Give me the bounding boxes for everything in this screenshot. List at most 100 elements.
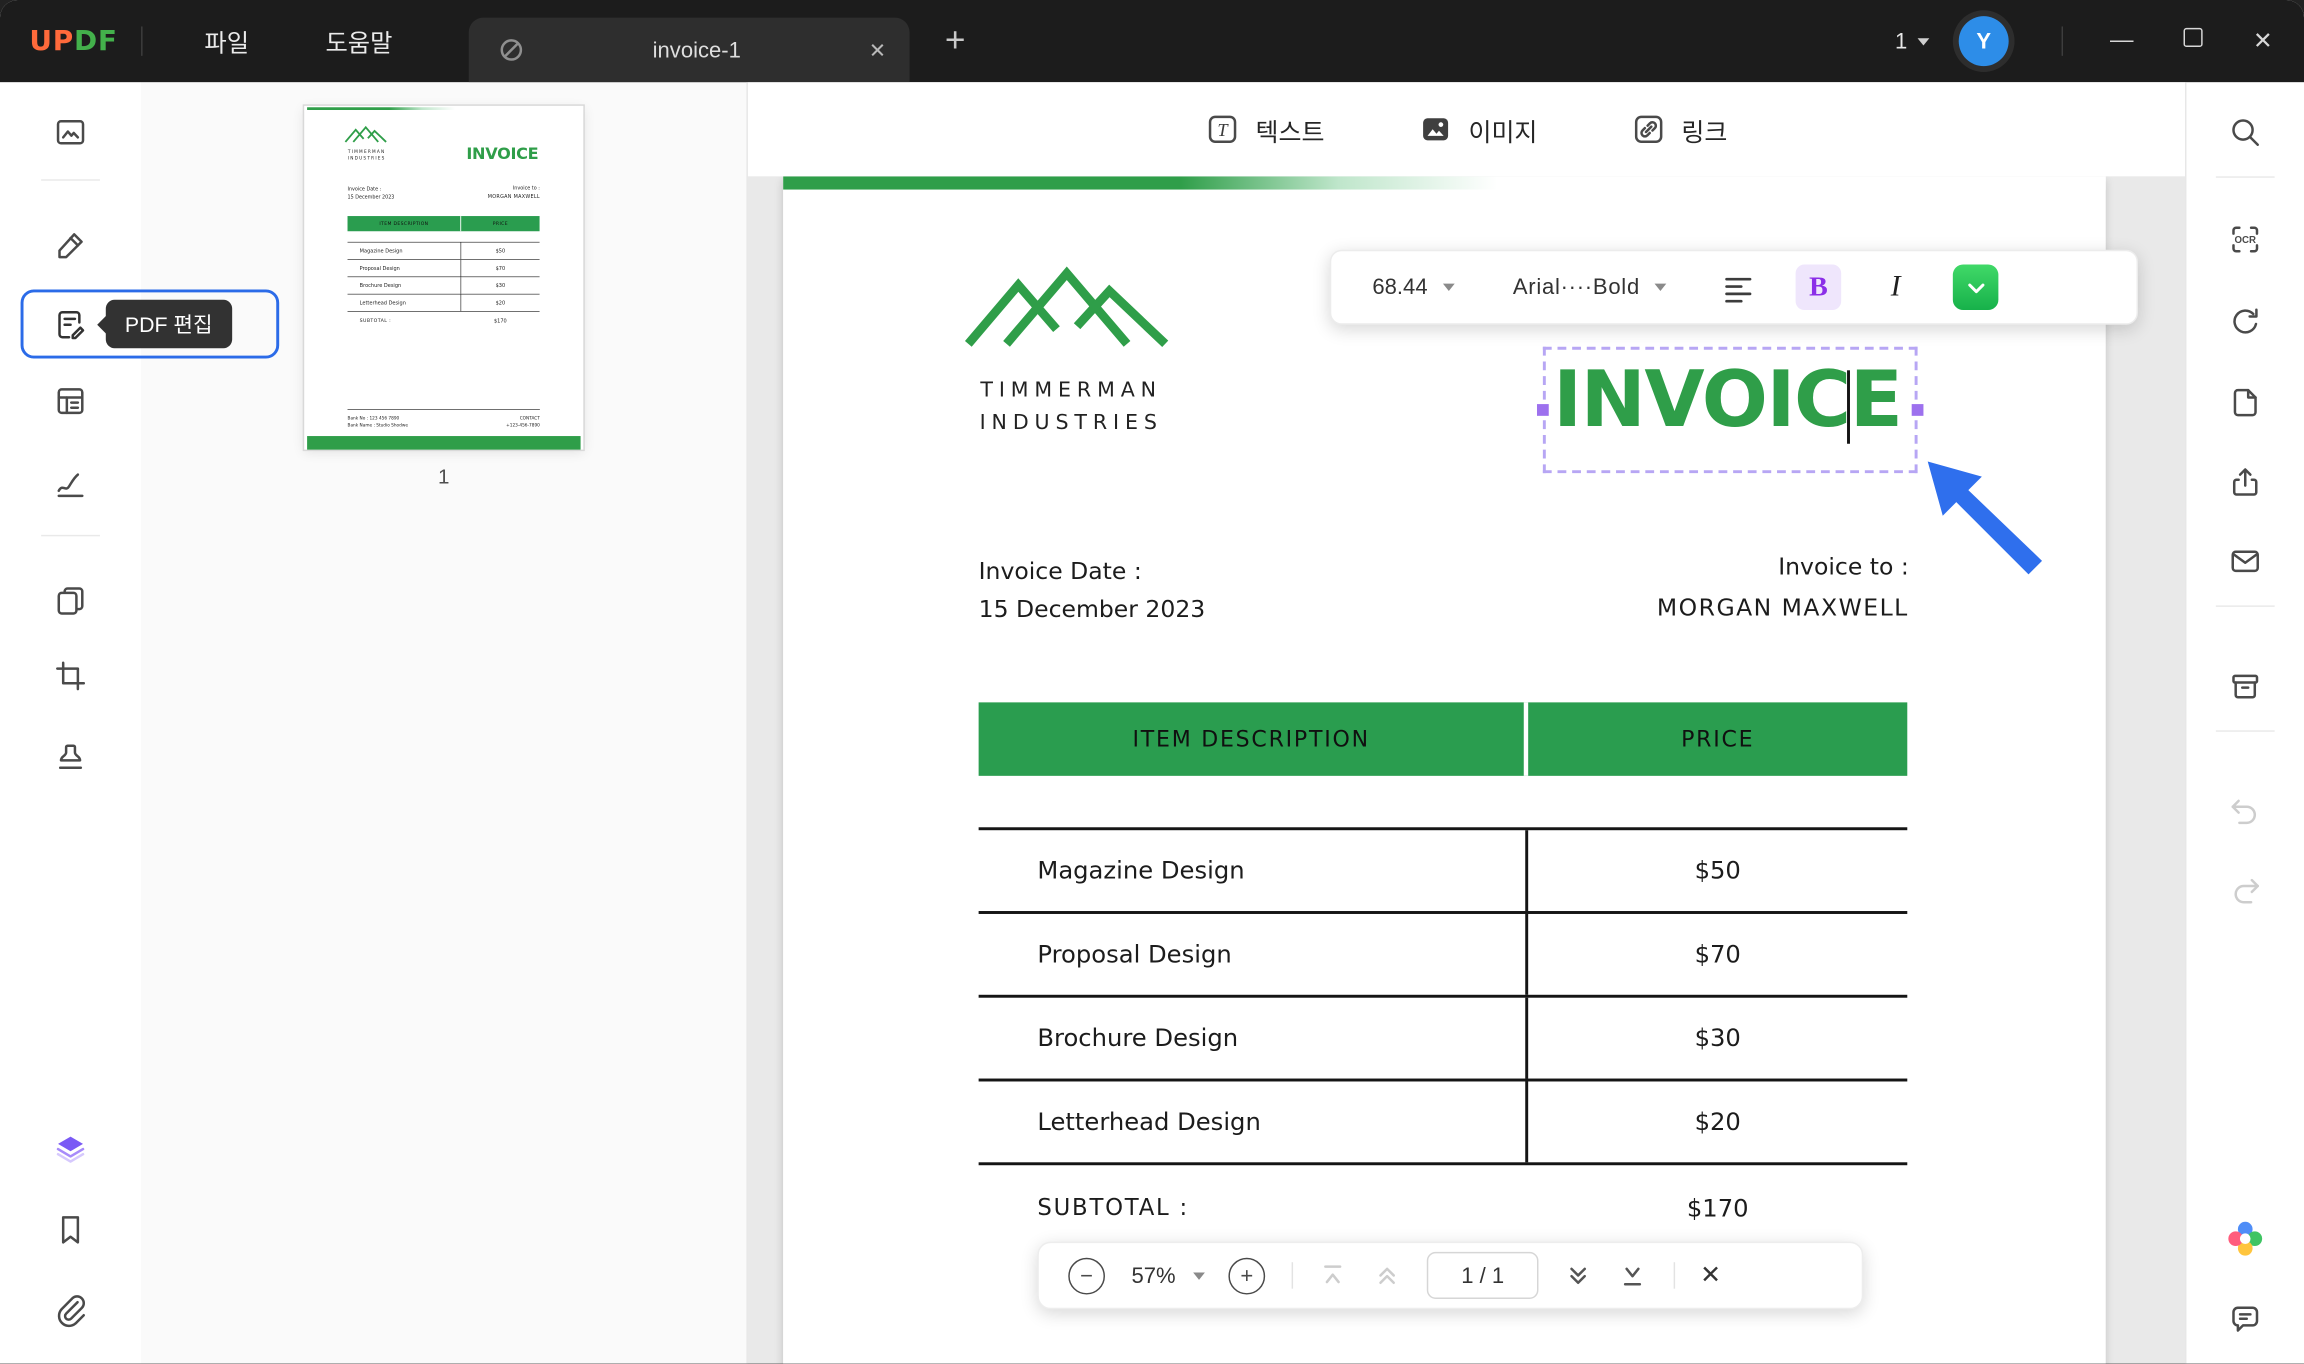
attachment-button[interactable] — [38, 1278, 103, 1343]
invoice-top-band — [783, 176, 2105, 189]
archive-button[interactable] — [2213, 654, 2278, 719]
close-zoom-toolbar-button[interactable]: ✕ — [1700, 1261, 1721, 1290]
invoice-to-label: Invoice to : — [1657, 547, 1909, 588]
last-page-icon — [1618, 1261, 1647, 1290]
redo-icon — [2228, 874, 2263, 909]
selection-handle-left[interactable] — [1537, 404, 1549, 416]
next-page-button[interactable] — [1563, 1261, 1592, 1290]
subtotal-row: SUBTOTAL : $170 — [979, 1165, 1908, 1250]
font-color-button[interactable] — [1953, 264, 1999, 310]
first-page-icon — [1318, 1261, 1347, 1290]
zoom-in-button[interactable]: + — [1228, 1257, 1265, 1294]
organize-pages-button[interactable] — [38, 569, 103, 634]
text-selection-box[interactable] — [1543, 347, 1918, 473]
table-header-row: ITEM DESCRIPTION PRICE — [979, 702, 1908, 775]
italic-button[interactable]: I — [1877, 270, 1915, 304]
menu-help[interactable]: 도움말 — [287, 24, 430, 59]
thumbnail-invoice: TIMMERMAN INDUSTRIES INVOICE Invoice Dat… — [307, 107, 580, 449]
reader-mode-button[interactable] — [38, 100, 103, 165]
zoom-dropdown-icon[interactable] — [1193, 1272, 1205, 1279]
menu-file[interactable]: 파일 — [166, 24, 287, 59]
ocr-button[interactable]: OCR — [2213, 207, 2278, 272]
company-name-line1[interactable]: TIMMERMAN — [783, 379, 1359, 403]
document-tab[interactable]: invoice-1 ✕ — [469, 18, 910, 83]
color-dropdown-icon — [1965, 277, 1986, 298]
selection-handle-right[interactable] — [1912, 404, 1924, 416]
font-size-dropdown-icon[interactable] — [1442, 284, 1454, 291]
invoice-to-block[interactable]: Invoice to : MORGAN MAXWELL — [1657, 547, 1909, 629]
chevron-down-icon — [1918, 37, 1930, 44]
feedback-button[interactable] — [2213, 1287, 2278, 1352]
archive-box-icon — [2228, 669, 2263, 704]
divider — [2216, 176, 2275, 177]
text-cursor — [1847, 370, 1850, 443]
first-page-button[interactable] — [1318, 1261, 1347, 1290]
page-thumbnail[interactable]: TIMMERMAN INDUSTRIES INVOICE Invoice Dat… — [304, 106, 583, 450]
edit-text-button[interactable]: T 텍스트 — [1206, 111, 1325, 148]
app-logo: UPDF — [29, 25, 117, 57]
font-name-dropdown-icon[interactable] — [1655, 284, 1667, 291]
divider — [41, 179, 100, 180]
crop-button[interactable] — [38, 644, 103, 709]
zoom-level[interactable]: 57% — [1131, 1263, 1175, 1288]
ocr-icon: OCR — [2228, 222, 2263, 257]
zoom-out-button[interactable]: − — [1068, 1257, 1105, 1294]
font-size-value[interactable]: 68.44 — [1372, 275, 1427, 300]
left-toolbar — [0, 82, 141, 1363]
search-button[interactable] — [2213, 100, 2278, 165]
align-text-icon[interactable] — [1722, 271, 1754, 303]
company-name-line2[interactable]: INDUSTRIES — [783, 411, 1359, 435]
layers-button[interactable] — [38, 1117, 103, 1182]
new-tab-button[interactable]: + — [945, 21, 966, 62]
edit-link-button[interactable]: 링크 — [1631, 111, 1727, 148]
mail-icon — [2228, 544, 2263, 579]
edit-image-button[interactable]: 이미지 — [1418, 111, 1537, 148]
last-page-button[interactable] — [1618, 1261, 1647, 1290]
double-chevron-down-icon — [1563, 1261, 1592, 1290]
paperclip-icon — [53, 1293, 88, 1328]
form-icon — [53, 384, 88, 419]
redo-button[interactable] — [2213, 860, 2278, 925]
font-name-value[interactable]: Arial····Bold — [1513, 275, 1640, 300]
window-page-dropdown[interactable]: 1 — [1895, 29, 1929, 54]
undo-icon — [2228, 795, 2263, 830]
share-button[interactable] — [2213, 450, 2278, 515]
maximize-button[interactable] — [2157, 28, 2228, 54]
invoice-table[interactable]: ITEM DESCRIPTION PRICE Magazine Design$5… — [979, 702, 1908, 1250]
subtotal-value: $170 — [1528, 1194, 1907, 1222]
invoice-date-label: Invoice Date : — [979, 552, 1206, 590]
window-page-count: 1 — [1895, 29, 1907, 54]
close-window-button[interactable]: ✕ — [2228, 26, 2299, 55]
chat-bubble-icon — [2228, 1302, 2263, 1337]
image-tool-icon — [1418, 112, 1453, 147]
svg-text:OCR: OCR — [2234, 235, 2256, 246]
divider — [2062, 26, 2063, 55]
document-canvas[interactable]: TIMMERMAN INDUSTRIES INVOICE Invoice Dat… — [748, 176, 2185, 1363]
page-indicator-input[interactable]: 1 / 1 — [1427, 1252, 1539, 1299]
bold-button[interactable]: B — [1796, 264, 1842, 310]
export-button[interactable] — [2213, 370, 2278, 435]
signature-icon — [53, 467, 88, 502]
form-button[interactable] — [38, 369, 103, 434]
previous-page-button[interactable] — [1372, 1261, 1401, 1290]
convert-button[interactable] — [2213, 289, 2278, 354]
subtotal-label: SUBTOTAL : — [979, 1195, 1529, 1221]
col-header-item: ITEM DESCRIPTION — [979, 702, 1529, 775]
svg-text:T: T — [1218, 120, 1230, 140]
divider — [2216, 730, 2275, 731]
undo-button[interactable] — [2213, 780, 2278, 845]
avatar[interactable]: Y — [1959, 16, 2009, 66]
stamp-button[interactable] — [38, 724, 103, 789]
email-button[interactable] — [2213, 529, 2278, 594]
pdf-edit-button[interactable] — [38, 292, 103, 357]
tab-close-icon[interactable]: ✕ — [869, 37, 886, 62]
maximize-icon — [2183, 28, 2202, 47]
annotate-button[interactable] — [38, 213, 103, 278]
right-toolbar: OCR — [2185, 82, 2304, 1363]
minimize-button[interactable]: — — [2087, 28, 2158, 54]
sign-button[interactable] — [38, 453, 103, 518]
invoice-date-block[interactable]: Invoice Date : 15 December 2023 — [979, 552, 1206, 628]
ai-flower-icon — [2225, 1218, 2266, 1259]
bookmark-button[interactable] — [38, 1198, 103, 1263]
ai-assistant-button[interactable] — [2213, 1206, 2278, 1271]
